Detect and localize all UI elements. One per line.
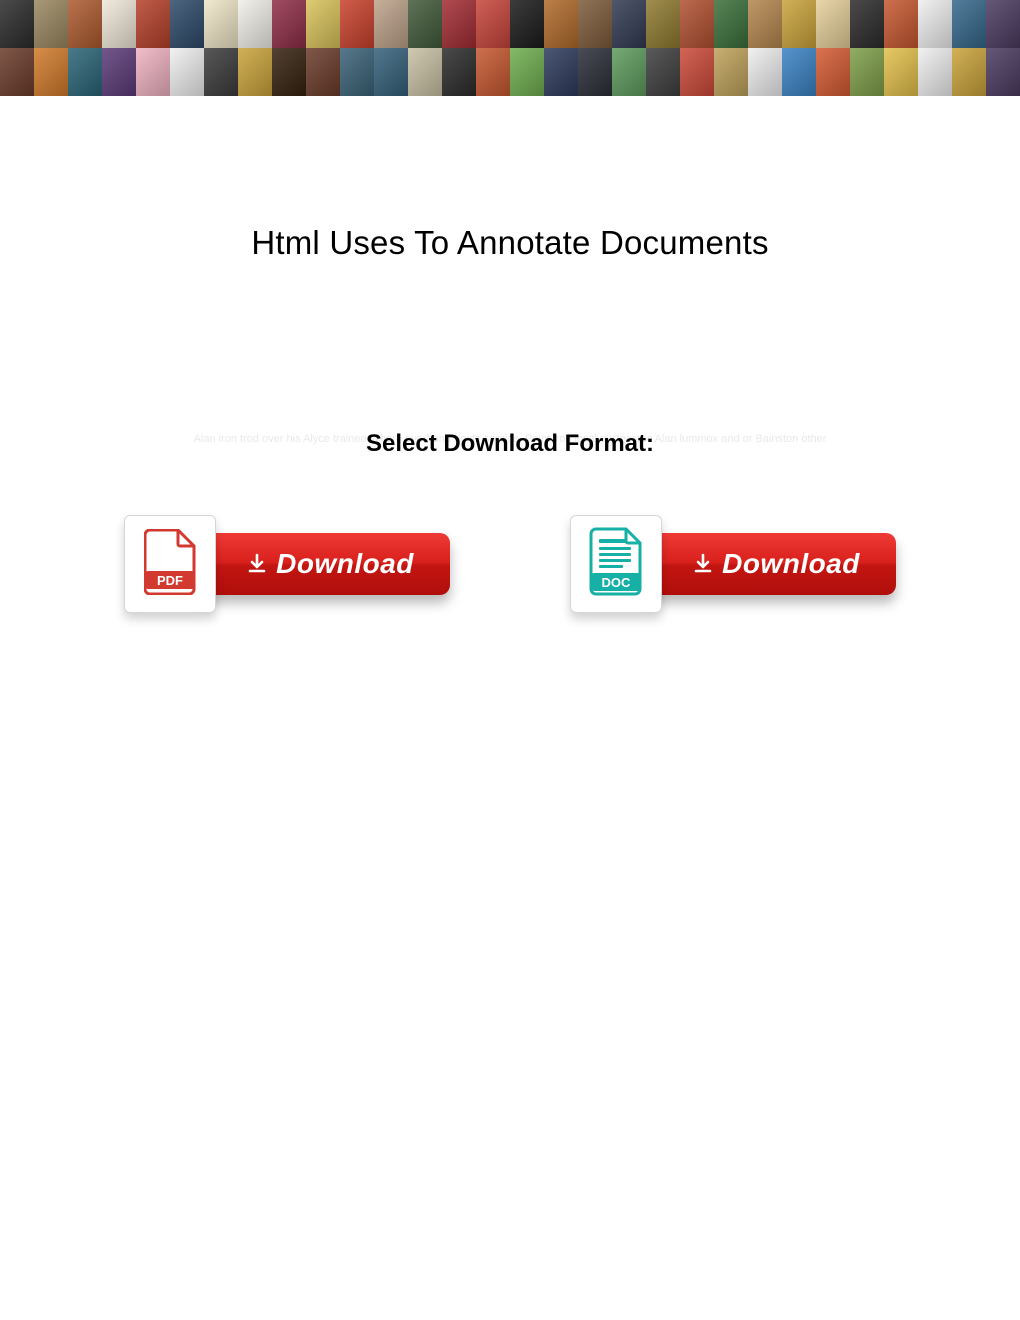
banner-thumb [374,0,408,48]
banner-thumb [204,0,238,48]
banner-thumb [884,48,918,96]
banner-thumb [748,48,782,96]
banner-thumb [170,0,204,48]
banner-thumb [816,0,850,48]
banner-thumb [374,48,408,96]
pdf-file-icon: PDF [144,529,196,600]
banner-thumb [476,48,510,96]
banner-thumb [102,0,136,48]
banner-thumb [306,0,340,48]
banner-thumb [476,0,510,48]
banner-thumb [646,0,680,48]
top-banner [0,0,1020,96]
banner-thumb [986,0,1020,48]
download-doc-label: Download [722,548,860,580]
banner-thumb [612,0,646,48]
banner-thumb [850,0,884,48]
banner-thumb [34,0,68,48]
download-format-heading: Select Download Format: [0,430,1020,458]
banner-thumb [238,0,272,48]
banner-thumb [68,0,102,48]
banner-row [0,48,1020,96]
pdf-file-card: PDF [124,515,216,613]
download-arrow-icon [692,553,714,575]
banner-thumb [306,48,340,96]
banner-thumb [714,48,748,96]
banner-thumb [918,0,952,48]
banner-thumb [238,48,272,96]
banner-thumb [442,0,476,48]
banner-thumb [544,48,578,96]
banner-thumb [204,48,238,96]
banner-thumb [646,48,680,96]
banner-thumb [272,48,306,96]
banner-thumb [952,0,986,48]
doc-file-card: DOC [570,515,662,613]
banner-thumb [272,0,306,48]
banner-thumb [102,48,136,96]
banner-thumb [816,48,850,96]
banner-thumb [510,0,544,48]
banner-thumb [510,48,544,96]
page-title: Html Uses To Annotate Documents [0,224,1020,262]
banner-thumb [986,48,1020,96]
banner-thumb [68,48,102,96]
banner-thumb [408,48,442,96]
banner-thumb [544,0,578,48]
banner-thumb [408,0,442,48]
banner-thumb [340,0,374,48]
banner-thumb [442,48,476,96]
banner-thumb [34,48,68,96]
download-pdf-button[interactable]: Download [198,533,450,595]
banner-thumb [136,48,170,96]
banner-thumb [952,48,986,96]
banner-thumb [612,48,646,96]
banner-thumb [578,0,612,48]
download-doc-button[interactable]: Download [644,533,896,595]
download-buttons-row: PDF Download [0,515,1020,613]
banner-row [0,0,1020,48]
download-pdf-label: Download [276,548,414,580]
banner-thumb [782,0,816,48]
pdf-badge-text: PDF [157,573,183,588]
download-pdf[interactable]: PDF Download [124,515,450,613]
doc-file-icon: DOC [588,527,644,602]
banner-thumb [340,48,374,96]
banner-thumb [136,0,170,48]
banner-thumb [578,48,612,96]
doc-badge-text: DOC [602,575,632,590]
banner-thumb [0,48,34,96]
banner-thumb [850,48,884,96]
banner-thumb [0,0,34,48]
banner-thumb [680,48,714,96]
banner-thumb [714,0,748,48]
banner-thumb [884,0,918,48]
banner-thumb [170,48,204,96]
banner-thumb [748,0,782,48]
banner-thumb [782,48,816,96]
banner-thumb [918,48,952,96]
banner-thumb [680,0,714,48]
download-arrow-icon [246,553,268,575]
download-doc[interactable]: DOC Download [570,515,896,613]
